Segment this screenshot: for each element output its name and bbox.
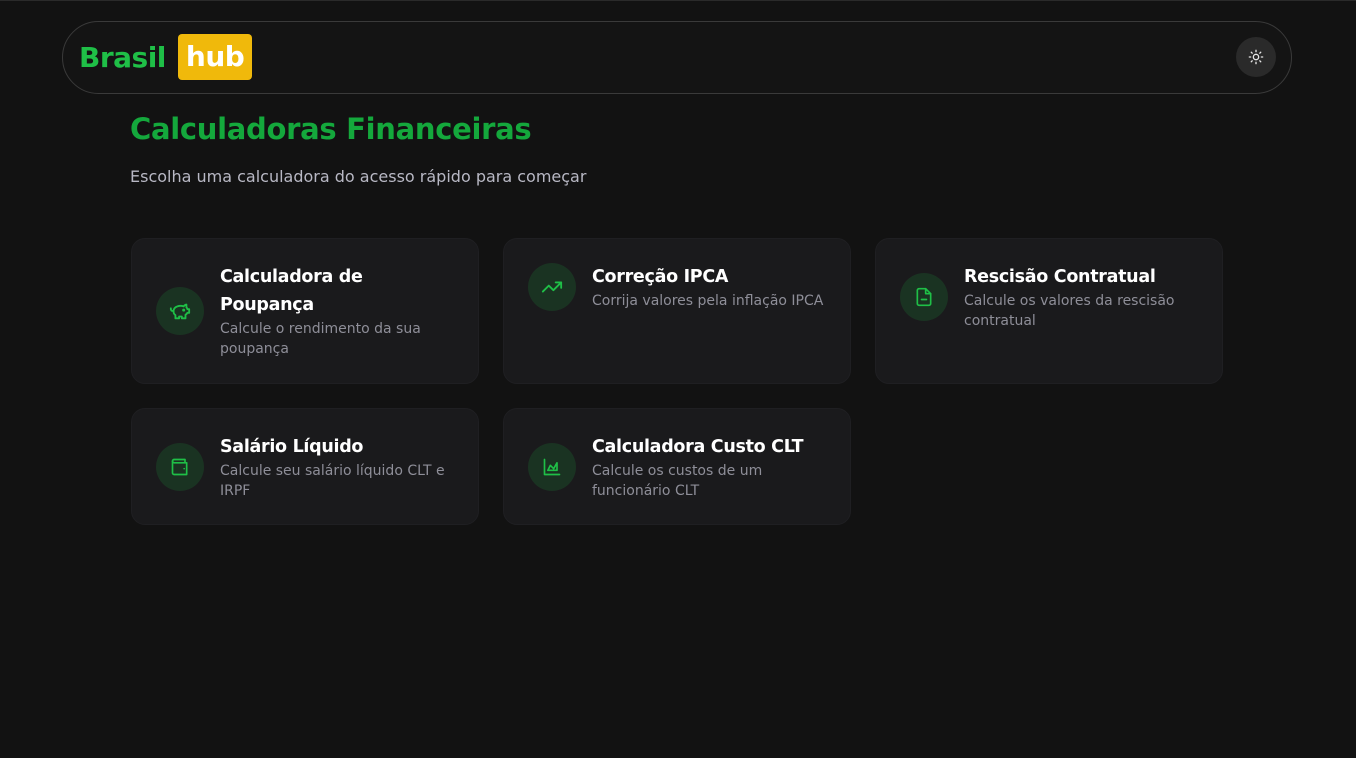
card-title: Calculadora de Poupança (220, 267, 363, 315)
top-navbar: Brasil hub (62, 21, 1292, 94)
page-subtitle: Escolha uma calculadora do acesso rápido… (130, 167, 587, 186)
card-description: Calcule os valores da rescisão contratua… (964, 293, 1175, 329)
card-title: Salário Líquido (220, 437, 364, 457)
page-title: Calculadoras Financeiras (130, 112, 532, 146)
logo-hub-badge: hub (177, 34, 253, 80)
card-text: Correção IPCA Corrija valores pela infla… (592, 263, 830, 311)
card-icon-wrapper (156, 443, 204, 491)
card-description: Calcule os custos de um funcionário CLT (592, 463, 763, 499)
card-description: Corrija valores pela inflação IPCA (592, 293, 824, 309)
file-icon (916, 287, 932, 307)
piggy-bank-icon (169, 303, 191, 320)
trending-up-icon (541, 281, 563, 293)
card-rescisao-contratual[interactable]: Rescisão Contratual Calcule os valores d… (875, 238, 1223, 384)
card-salario-liquido[interactable]: Salário Líquido Calcule seu salário líqu… (131, 408, 479, 525)
logo-brasil-text: Brasil (79, 40, 166, 74)
card-text: Calculadora Custo CLT Calcule os custos … (592, 433, 830, 501)
sun-icon (1248, 49, 1264, 65)
card-description: Calcule seu salário líquido CLT e IRPF (220, 463, 445, 499)
card-icon-wrapper (156, 287, 204, 335)
card-title: Rescisão Contratual (964, 267, 1156, 287)
theme-toggle-button[interactable] (1236, 37, 1276, 77)
card-text: Salário Líquido Calcule seu salário líqu… (220, 433, 458, 501)
card-correcao-ipca[interactable]: Correção IPCA Corrija valores pela infla… (503, 238, 851, 384)
brand-logo[interactable]: Brasil hub (79, 34, 253, 80)
card-title: Correção IPCA (592, 267, 729, 287)
card-icon-wrapper (900, 273, 948, 321)
card-calculadora-custo-clt[interactable]: Calculadora Custo CLT Calcule os custos … (503, 408, 851, 525)
card-text: Rescisão Contratual Calcule os valores d… (964, 263, 1202, 331)
card-description: Calcule o rendimento da sua poupança (220, 321, 421, 357)
card-text: Calculadora de Poupança Calcule o rendim… (220, 263, 458, 359)
card-title: Calculadora Custo CLT (592, 437, 804, 457)
wallet-icon (171, 458, 188, 476)
card-calculadora-poupanca[interactable]: Calculadora de Poupança Calcule o rendim… (131, 238, 479, 384)
card-icon-wrapper (528, 443, 576, 491)
area-chart-icon (543, 458, 561, 476)
card-icon-wrapper (528, 263, 576, 311)
